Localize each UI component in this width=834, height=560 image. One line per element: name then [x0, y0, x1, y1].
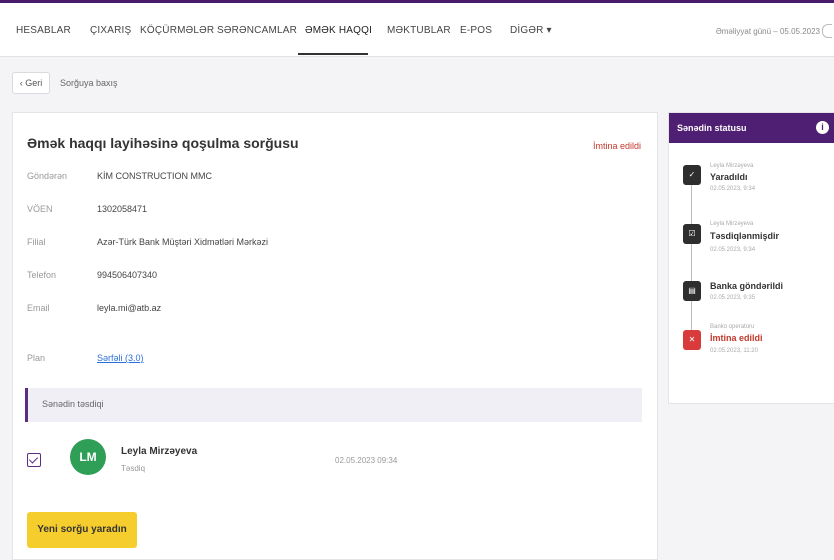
status-panel-title: Sənədin statusu — [677, 123, 747, 133]
plan-link[interactable]: Sərfəli (3.0) — [97, 353, 144, 363]
branch-value: Azər-Türk Bank Müştəri Xidmətləri Mərkəz… — [97, 237, 269, 247]
info-icon[interactable]: i — [816, 121, 829, 134]
timeline-status: Təsdiqlənmişdir — [710, 231, 780, 241]
branch-label: Filial — [27, 237, 46, 247]
breadcrumb-current: Sorğuya baxış — [60, 78, 118, 88]
timeline-date: 02.05.2023, 9:35 — [710, 295, 756, 301]
phone-value: 994506407340 — [97, 270, 158, 280]
timeline-actor: Leyla Mirzəyeva — [710, 163, 754, 169]
nav-item-letters[interactable]: MƏKTUBLAR — [387, 25, 451, 36]
calendar-icon[interactable] — [822, 24, 832, 38]
approve-icon: ☑ — [683, 224, 701, 244]
status-badge: İmtina edildi — [592, 141, 641, 151]
confirmation-heading: Sənədin təsdiqi — [42, 399, 104, 409]
voen-value: 1302058471 — [97, 204, 148, 214]
active-tab-indicator — [298, 53, 368, 55]
page-title: Əmək haqqı layihəsinə qoşulma sorğusu — [27, 135, 299, 151]
bank-icon: ▤ — [683, 281, 701, 301]
timeline-connector — [691, 171, 692, 331]
nav-item-salary[interactable]: ƏMƏK HAQQI — [305, 25, 372, 36]
sender-value: KİM CONSTRUCTION MMC — [97, 171, 212, 181]
timeline-date: 02.05.2023, 9:34 — [710, 186, 756, 192]
operation-day: Əməliyyat günü – 05.05.2023 — [715, 27, 820, 36]
main-nav: HESABLAR ÇIXARIŞ KÖÇÜRMƏLƏR SƏRƏNCAMLAR … — [0, 3, 834, 57]
confirmation-section-header: Sənədin təsdiqi — [25, 388, 642, 422]
confirmation-checkbox[interactable] — [27, 453, 41, 467]
nav-item-epos[interactable]: E-POS — [460, 25, 492, 36]
pen-icon: ✓ — [683, 165, 701, 185]
timeline-status: Banka göndərildi — [710, 281, 784, 291]
back-button[interactable]: ‹ Geri — [12, 72, 50, 94]
signer-role: Təsdiq — [121, 464, 146, 473]
signer-name: Leyla Mirzəyeva — [121, 446, 198, 457]
timeline-actor: Banko operatoru — [710, 324, 755, 330]
timeline-actor: Leyla Mirzəyeva — [710, 221, 754, 227]
timeline-status: Yaradıldı — [710, 172, 748, 182]
phone-label: Telefon — [27, 270, 57, 280]
email-label: Email — [27, 303, 50, 313]
timeline-date: 02.05.2023, 9:34 — [710, 247, 756, 253]
document-status-panel: Sənədin statusu i ✓ Leyla Mirzəyeva Yara… — [668, 112, 834, 404]
nav-item-more[interactable]: DİGƏR ▾ — [510, 25, 552, 36]
signed-at: 02.05.2023 09:34 — [335, 456, 398, 465]
nav-item-accounts[interactable]: HESABLAR — [16, 25, 71, 36]
timeline-status: İmtina edildi — [710, 333, 763, 343]
nav-item-transfers[interactable]: KÖÇÜRMƏLƏR — [140, 25, 214, 36]
voen-label: VÖEN — [27, 204, 53, 214]
nav-item-orders[interactable]: SƏRƏNCAMLAR — [217, 25, 297, 36]
avatar: LM — [70, 439, 106, 475]
new-request-button[interactable]: Yeni sorğu yaradın — [27, 512, 137, 548]
reject-icon: ✕ — [683, 330, 701, 350]
email-value: leyla.mi@atb.az — [97, 303, 162, 313]
plan-label: Plan — [27, 353, 46, 363]
timeline-date: 02.05.2023, 11:20 — [710, 348, 758, 354]
nav-item-statement[interactable]: ÇIXARIŞ — [90, 25, 131, 36]
status-panel-header: Sənədin statusu i — [669, 113, 834, 143]
request-card: Əmək haqqı layihəsinə qoşulma sorğusu İm… — [12, 112, 658, 560]
sender-label: Göndərən — [27, 171, 68, 181]
